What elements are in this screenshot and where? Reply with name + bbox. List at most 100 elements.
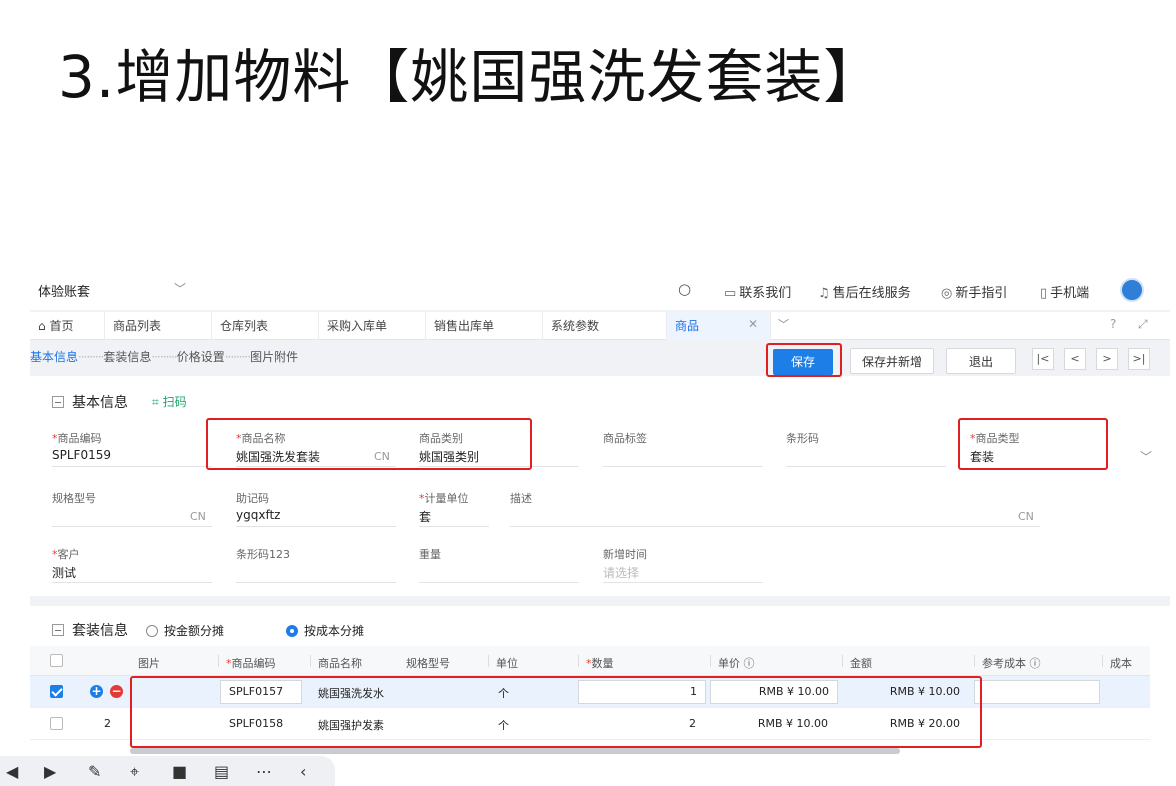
lang-tag[interactable]: CN bbox=[1018, 510, 1034, 523]
field-label: 描述 bbox=[510, 492, 532, 505]
col-header-text: 单价 bbox=[718, 657, 740, 670]
select-all-checkbox[interactable] bbox=[50, 654, 63, 667]
radio-by-cost[interactable]: 按成本分摊 bbox=[286, 622, 364, 639]
col-header-text: 参考成本 bbox=[982, 657, 1026, 670]
prev-slide-icon[interactable]: ◀ bbox=[6, 762, 18, 781]
col-header: *商品编码 bbox=[226, 657, 276, 670]
lang-tag[interactable]: CN bbox=[374, 450, 390, 463]
step-attach[interactable]: 图片附件 bbox=[250, 350, 298, 364]
item-name: 姚国强洗发水 bbox=[318, 687, 384, 700]
top-bar: 体验账套 ﹀ ○ ▭ 联系我们 ♫ 售后在线服务 ◎ 新手指引 ▯ 手机端 bbox=[30, 270, 1170, 310]
field-placeholder: 请选择 bbox=[603, 566, 640, 580]
prev-record-icon[interactable]: < bbox=[1064, 348, 1086, 370]
collapse-icon[interactable] bbox=[52, 396, 64, 408]
row-checkbox[interactable] bbox=[50, 717, 63, 730]
contact-us-label: 联系我们 bbox=[739, 286, 792, 301]
field-label: 商品类别 bbox=[419, 432, 463, 445]
radio-label: 按金额分摊 bbox=[164, 624, 225, 638]
headset-icon: ♫ bbox=[818, 286, 830, 301]
mobile-link[interactable]: ▯ 手机端 bbox=[1040, 282, 1089, 301]
step-price[interactable]: 价格设置 bbox=[177, 350, 225, 364]
next-record-icon[interactable]: > bbox=[1096, 348, 1118, 370]
search-icon[interactable]: ○ bbox=[678, 280, 691, 298]
close-icon[interactable]: ✕ bbox=[748, 317, 758, 331]
slide-title: 3.增加物料【姚国强洗发套装】 bbox=[58, 43, 883, 111]
collapse-icon[interactable] bbox=[52, 624, 64, 636]
zoom-icon[interactable]: ⌖ bbox=[130, 762, 139, 782]
guide-label: 新手指引 bbox=[955, 286, 1008, 301]
subtitle-icon[interactable]: ▤ bbox=[214, 762, 229, 781]
last-record-icon[interactable]: >| bbox=[1128, 348, 1150, 370]
field-label: *商品类型 bbox=[970, 432, 1020, 445]
table-row[interactable]: + − SPLF0157 姚国强洗发水 个 1 RMB ¥ 10.00 RMB … bbox=[30, 676, 1150, 708]
horizontal-scrollbar[interactable] bbox=[130, 748, 900, 754]
lang-tag[interactable]: CN bbox=[190, 510, 206, 523]
row-checkbox[interactable] bbox=[50, 685, 63, 698]
step-nav: 基本信息·········套装信息·········价格设置·········图… bbox=[30, 350, 299, 364]
field-value: 套 bbox=[419, 510, 432, 524]
chevron-down-icon[interactable]: ﹀ bbox=[174, 280, 186, 297]
tab-purchase-in[interactable]: 采购入库单 bbox=[319, 312, 426, 340]
step-basic[interactable]: 基本信息 bbox=[30, 350, 78, 364]
more-icon[interactable]: ⋯ bbox=[256, 762, 272, 781]
account-selector[interactable]: 体验账套 bbox=[38, 281, 90, 300]
label-text: 计量单位 bbox=[424, 492, 469, 505]
col-header: 成本 bbox=[1110, 657, 1132, 670]
contact-us-link[interactable]: ▭ 联系我们 bbox=[724, 282, 791, 301]
field-value: ygqxftz bbox=[236, 508, 281, 522]
pen-icon[interactable]: ✎ bbox=[88, 762, 101, 781]
tab-system-params[interactable]: 系统参数 bbox=[543, 312, 667, 340]
field-label: *客户 bbox=[52, 548, 80, 561]
back-icon[interactable]: ‹ bbox=[300, 762, 306, 781]
scan-label: 扫码 bbox=[162, 395, 187, 409]
save-and-new-button[interactable]: 保存并新增 bbox=[850, 348, 934, 374]
mobile-label: 手机端 bbox=[1050, 286, 1090, 301]
avatar[interactable] bbox=[1120, 278, 1144, 302]
radio-label: 按成本分摊 bbox=[304, 624, 365, 638]
col-header: 单价 ⓘ bbox=[718, 655, 755, 671]
tab-label: 销售出库单 bbox=[434, 319, 495, 333]
add-row-icon[interactable]: + bbox=[90, 685, 103, 698]
item-amount: RMB ¥ 10.00 bbox=[889, 685, 960, 698]
help-icon[interactable]: ? bbox=[1110, 317, 1116, 331]
chevron-down-icon[interactable]: ﹀ bbox=[778, 316, 789, 332]
help-icon[interactable]: ⓘ bbox=[744, 657, 755, 670]
field-underline bbox=[419, 466, 579, 467]
price-input[interactable]: RMB ¥ 10.00 bbox=[710, 680, 838, 704]
label-text: 商品编码 bbox=[57, 432, 102, 445]
field-label: 规格型号 bbox=[52, 492, 96, 505]
radio-by-amount[interactable]: 按金额分摊 bbox=[146, 622, 224, 639]
field-label: 新增时间 bbox=[603, 548, 647, 561]
field-underline bbox=[236, 582, 396, 583]
field-label: 条形码 bbox=[786, 432, 819, 445]
save-button[interactable]: 保存 bbox=[773, 349, 833, 375]
after-sales-link[interactable]: ♫ 售后在线服务 bbox=[818, 282, 911, 301]
exit-button[interactable]: 退出 bbox=[946, 348, 1016, 374]
fullscreen-icon[interactable]: ⤢ bbox=[1138, 317, 1148, 332]
tab-goods-list[interactable]: 商品列表 bbox=[105, 312, 212, 340]
ref-cost-input[interactable] bbox=[974, 680, 1100, 704]
tab-sales-out[interactable]: 销售出库单 bbox=[426, 312, 543, 340]
tab-label: 商品 bbox=[675, 319, 700, 333]
item-code-input[interactable]: SPLF0157 bbox=[220, 680, 302, 704]
tab-bar: ⌂ 首页 商品列表 仓库列表 采购入库单 销售出库单 系统参数 商品 ✕ ﹀ ?… bbox=[30, 312, 1170, 340]
field-underline bbox=[52, 582, 212, 583]
next-slide-icon[interactable]: ▶ bbox=[44, 762, 56, 781]
remove-row-icon[interactable]: − bbox=[110, 685, 123, 698]
tab-label: 仓库列表 bbox=[220, 319, 269, 333]
field-value: 姚国强类别 bbox=[419, 450, 480, 464]
chevron-down-icon[interactable]: ﹀ bbox=[1140, 448, 1152, 465]
help-icon[interactable]: ⓘ bbox=[1030, 657, 1041, 670]
tab-warehouse-list[interactable]: 仓库列表 bbox=[212, 312, 319, 340]
tab-home[interactable]: ⌂ 首页 bbox=[30, 312, 105, 340]
field-value: 姚国强洗发套装 bbox=[236, 450, 321, 464]
guide-link[interactable]: ◎ 新手指引 bbox=[941, 282, 1007, 301]
item-code: SPLF0158 bbox=[229, 717, 284, 730]
field-underline bbox=[603, 582, 763, 583]
qty-input[interactable]: 1 bbox=[578, 680, 706, 704]
camera-icon[interactable]: ■ bbox=[172, 762, 187, 781]
first-record-icon[interactable]: |< bbox=[1032, 348, 1054, 370]
scan-button[interactable]: ⌗ 扫码 bbox=[152, 393, 187, 410]
table-row[interactable]: 2 SPLF0158 姚国强护发素 个 2 RMB ¥ 10.00 RMB ¥ … bbox=[30, 708, 1150, 740]
step-kit[interactable]: 套装信息 bbox=[103, 350, 151, 364]
